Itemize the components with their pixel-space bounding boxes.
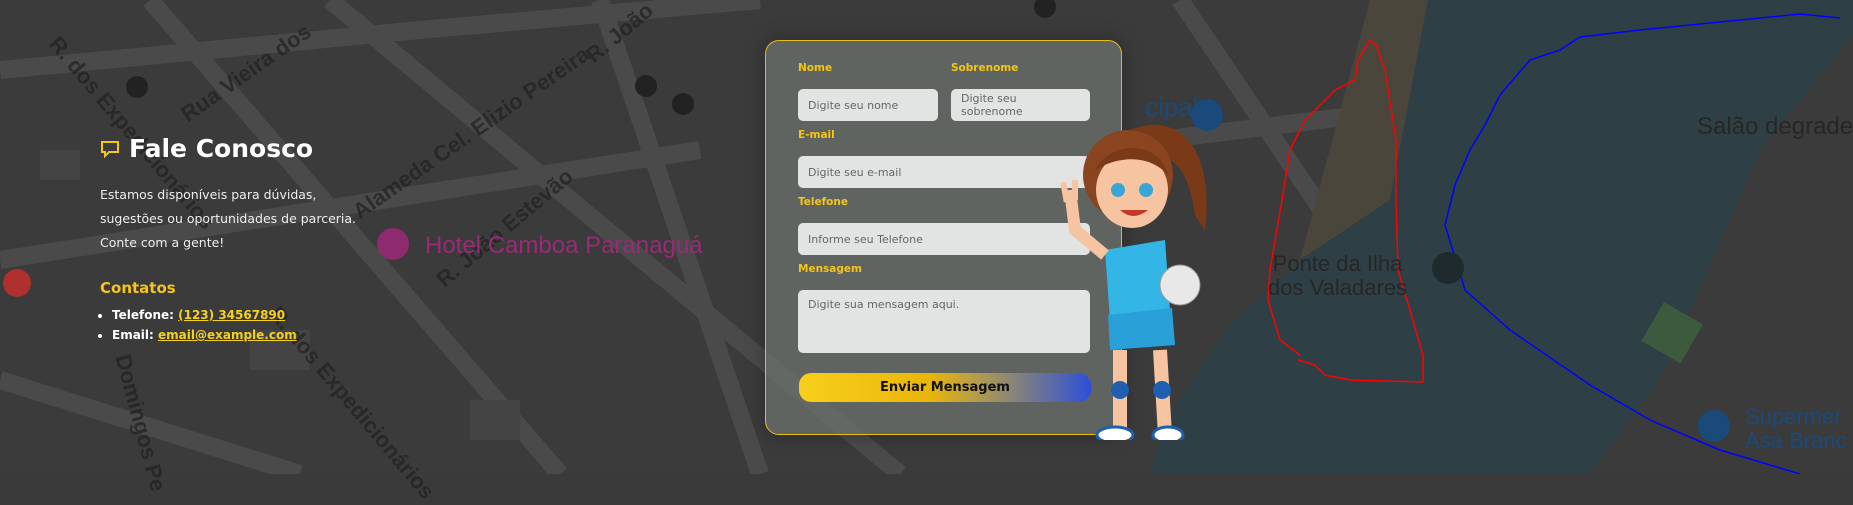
first-name-label: Nome (798, 62, 833, 74)
poi-market-label[interactable]: Supermer Asa Branc (1745, 405, 1847, 453)
page-title: Fale Conosco (100, 134, 400, 163)
message-label: Mensagem (798, 263, 862, 275)
email-label: Email: (112, 328, 154, 342)
description: Estamos disponíveis para dúvidas, sugest… (100, 187, 356, 250)
poi-bridge-label[interactable]: Ponte da Ilha dos Valadares (1268, 252, 1407, 300)
email-field-label: E-mail (798, 129, 835, 141)
poi-hotel-label[interactable]: Hotel Camboa Paranaguá (425, 232, 703, 260)
contact-info: Fale Conosco Estamos disponíveis para dú… (100, 134, 400, 345)
poi-salon-label[interactable]: Salão degrade (1697, 113, 1853, 141)
phone-field-label: Telefone (798, 196, 848, 208)
poi-market-line1: Supermer (1745, 404, 1842, 429)
phone-link[interactable]: (123) 34567890 (178, 308, 285, 322)
chat-bubble-icon (101, 140, 119, 158)
contacts-heading: Contatos (100, 279, 176, 297)
first-name-input[interactable]: Digite seu nome (798, 89, 938, 121)
poi-bridge-line2: dos Valadares (1268, 275, 1408, 300)
contact-phone: Telefone: (123) 34567890 (112, 305, 400, 325)
volleyball-girl-illustration (1060, 124, 1207, 440)
email-link[interactable]: email@example.com (158, 328, 297, 342)
title-text: Fale Conosco (129, 134, 314, 163)
contact-email: Email: email@example.com (112, 325, 400, 345)
contacts-list: Telefone: (123) 34567890 Email: email@ex… (100, 305, 400, 345)
last-name-label: Sobrenome (951, 62, 1019, 74)
poi-market-line2: Asa Branc (1745, 428, 1847, 453)
poi-bridge-line1: Ponte da Ilha (1272, 251, 1403, 276)
phone-label: Telefone: (112, 308, 174, 322)
